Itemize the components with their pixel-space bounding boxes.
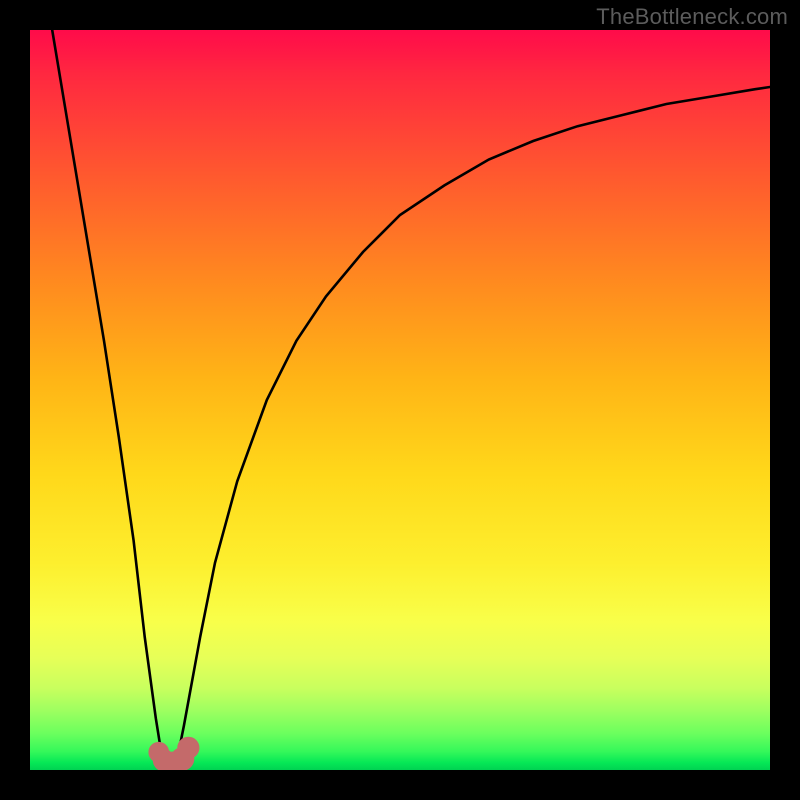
marker-dot xyxy=(177,737,199,759)
watermark-text: TheBottleneck.com xyxy=(596,4,788,30)
curve-layer xyxy=(30,30,770,770)
bottleneck-curve xyxy=(52,30,770,763)
marker-layer xyxy=(148,737,199,770)
plot-area xyxy=(30,30,770,770)
chart-frame: TheBottleneck.com xyxy=(0,0,800,800)
